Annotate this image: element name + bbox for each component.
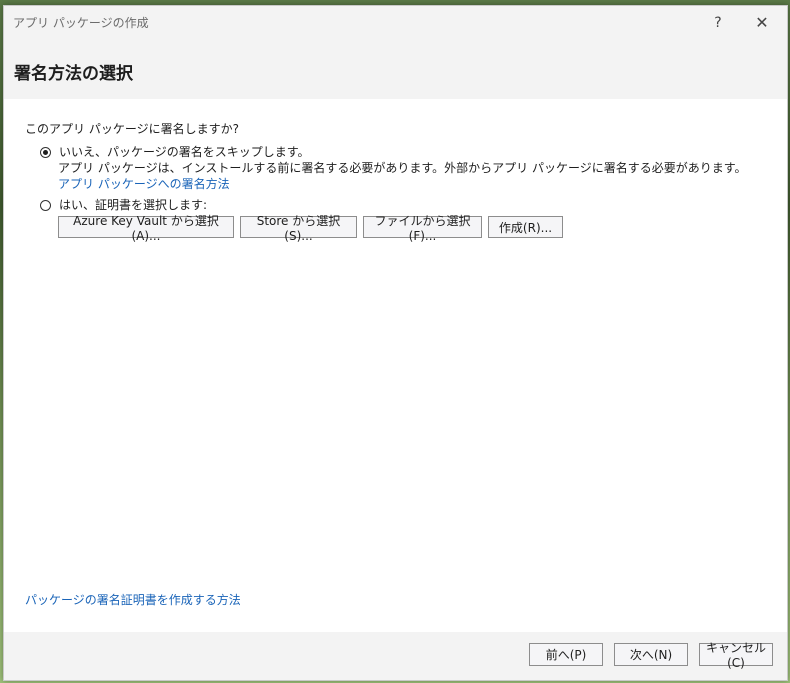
create-certificate-button[interactable]: 作成(R)... xyxy=(488,216,563,238)
dialog-footer: 前へ(P) 次へ(N) キャンセル(C) xyxy=(4,632,787,680)
content-area: このアプリ パッケージに署名しますか? いいえ、パッケージの署名をスキップします… xyxy=(4,99,787,632)
radio-cert-indicator[interactable] xyxy=(40,200,51,211)
radio-skip-indicator[interactable] xyxy=(40,147,51,158)
file-select-button[interactable]: ファイルから選択(F)... xyxy=(363,214,482,243)
azure-key-vault-button[interactable]: Azure Key Vault から選択(A)... xyxy=(58,214,234,243)
cancel-button[interactable]: キャンセル(C) xyxy=(699,641,773,670)
next-button[interactable]: 次へ(N) xyxy=(614,643,688,666)
certificate-buttons: Azure Key Vault から選択(A)... Store から選択(S)… xyxy=(58,214,563,243)
sign-question: このアプリ パッケージに署名しますか? xyxy=(25,122,239,136)
radio-skip-label[interactable]: いいえ、パッケージの署名をスキップします。 xyxy=(59,145,310,160)
create-app-package-dialog: アプリ パッケージの作成 ? ✕ 署名方法の選択 このアプリ パッケージに署名し… xyxy=(3,5,788,681)
close-button[interactable]: ✕ xyxy=(745,6,779,39)
how-to-sign-link[interactable]: アプリ パッケージへの署名方法 xyxy=(58,177,230,192)
skip-description: アプリ パッケージは、インストールする前に署名する必要があります。外部からアプリ… xyxy=(58,161,747,175)
page-title: 署名方法の選択 xyxy=(14,64,133,84)
footer-buttons: 前へ(P) 次へ(N) キャンセル(C) xyxy=(529,641,773,670)
back-button[interactable]: 前へ(P) xyxy=(529,643,603,666)
radio-skip-signing[interactable]: いいえ、パッケージの署名をスキップします。 xyxy=(40,145,310,160)
title-bar: アプリ パッケージの作成 ? ✕ xyxy=(4,6,787,39)
store-select-button[interactable]: Store から選択(S)... xyxy=(240,214,357,243)
help-button[interactable]: ? xyxy=(701,6,735,39)
create-signing-cert-link[interactable]: パッケージの署名証明書を作成する方法 xyxy=(25,591,241,608)
page-header: 署名方法の選択 xyxy=(4,39,787,99)
window-title: アプリ パッケージの作成 xyxy=(13,16,149,30)
